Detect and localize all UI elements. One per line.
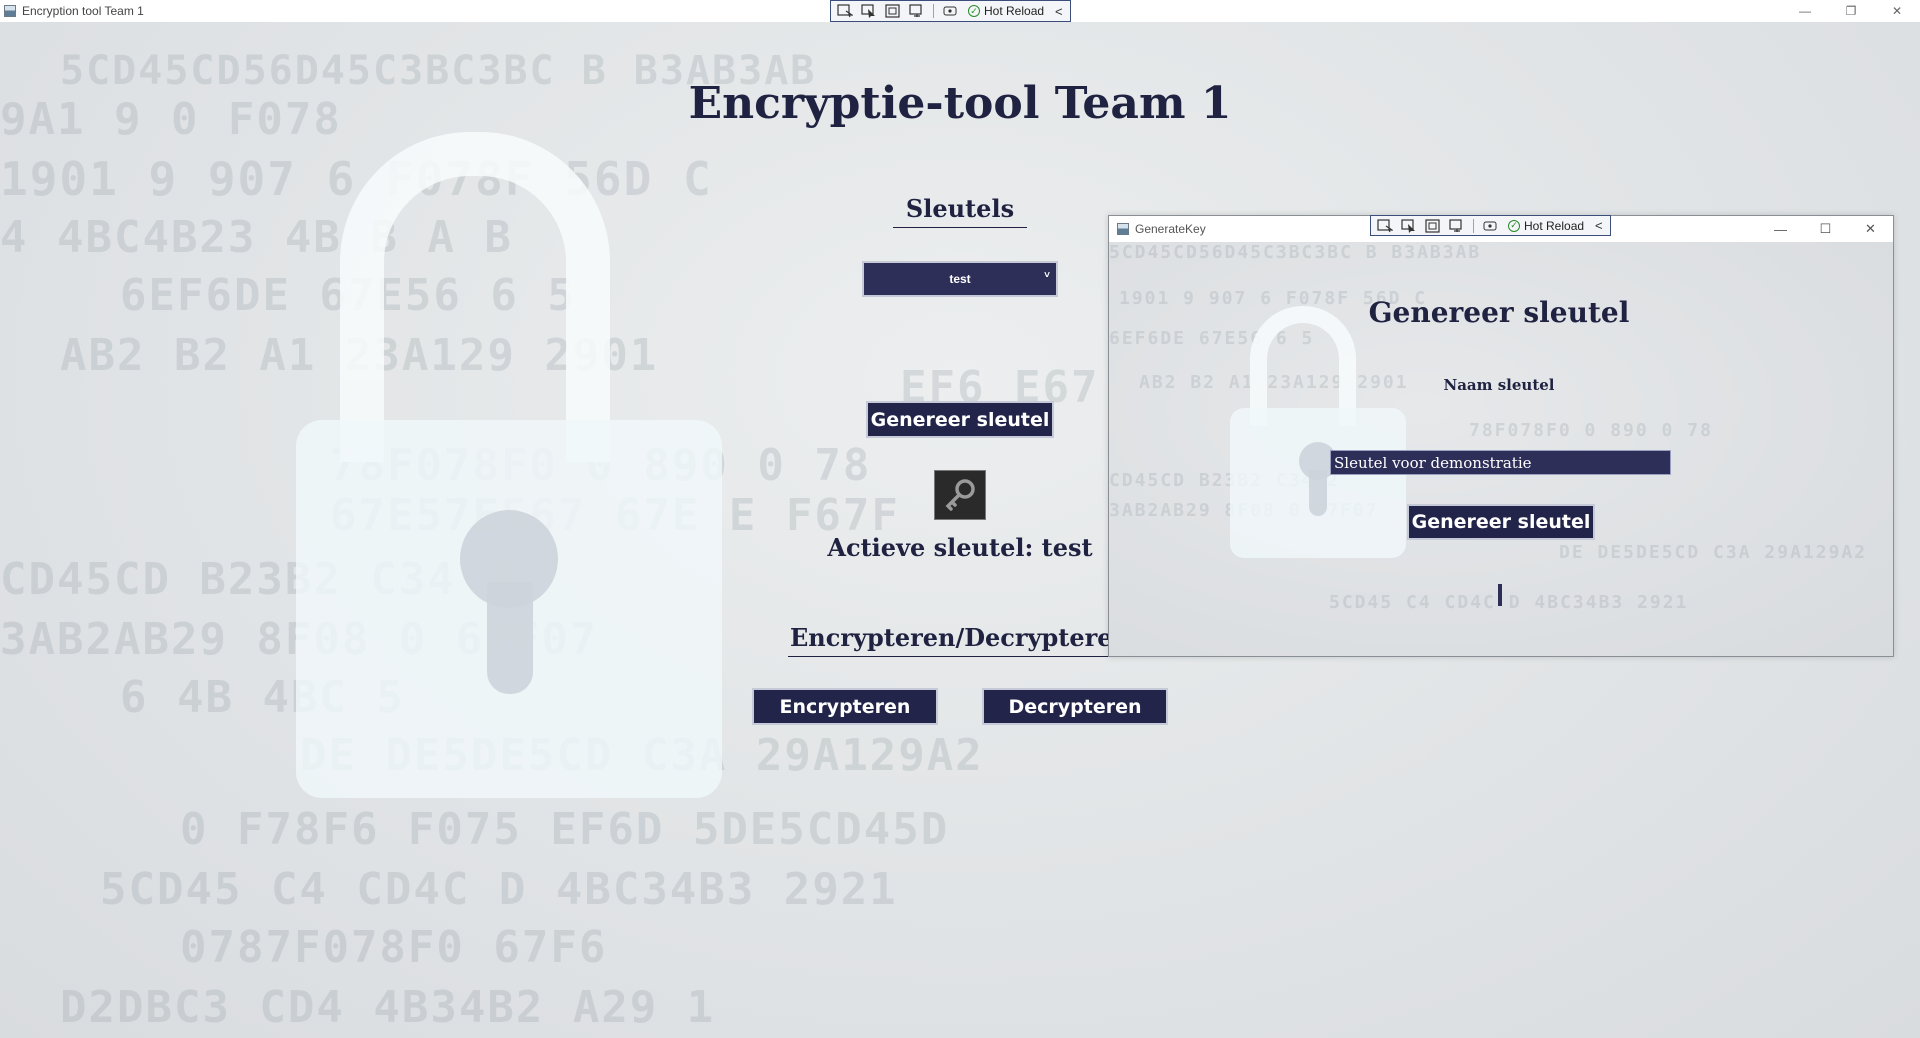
bg-glyphs: 5CD45 C4 CD4C D 4BC34B3 2921	[100, 864, 898, 915]
restore-button[interactable]: ❐	[1828, 0, 1874, 22]
hot-reload-toolbar: ✓ Hot Reload <	[1370, 215, 1611, 236]
hot-reload-label: Hot Reload	[1524, 218, 1585, 233]
page-title: Encryptie-tool Team 1	[688, 78, 1232, 129]
display-layout-adorners-icon[interactable]	[883, 3, 903, 19]
generate-key-window-title: GenerateKey	[1135, 222, 1206, 236]
generate-key-body: 5CD45CD56D45C3BC3BC B B3AB3AB 1901 9 907…	[1109, 242, 1893, 656]
bg-glyphs: 78F078F0 0 890 0 78	[1469, 420, 1713, 441]
generate-key-submit-button[interactable]: Genereer sleutel	[1407, 504, 1595, 540]
collapse-toolbar-icon[interactable]: <	[1592, 218, 1606, 233]
track-focused-element-icon[interactable]	[907, 3, 927, 19]
toolbar-separator	[1473, 218, 1474, 233]
display-layout-adorners-icon[interactable]	[1423, 218, 1443, 234]
generate-key-window[interactable]: GenerateKey — ☐ ✕ 5CD45CD56D45C3BC3BC B …	[1108, 215, 1894, 657]
check-icon: ✓	[968, 5, 980, 17]
crypto-heading-underline	[788, 656, 1110, 657]
text-caret	[1498, 584, 1502, 606]
lock-keyslot	[1309, 470, 1327, 516]
check-icon: ✓	[1508, 219, 1520, 232]
hot-reload-status[interactable]: ✓ Hot Reload	[964, 4, 1048, 18]
app-icon	[1117, 223, 1129, 235]
select-element-icon[interactable]	[1399, 218, 1419, 234]
track-focused-element-icon[interactable]	[1447, 218, 1467, 234]
hot-reload-status[interactable]: ✓ Hot Reload	[1504, 219, 1588, 233]
generate-key-heading: Genereer sleutel	[1368, 296, 1630, 329]
close-button[interactable]: ✕	[1848, 216, 1893, 242]
bg-glyphs: 5CD45CD56D45C3BC3BC B B3AB3AB	[1109, 242, 1482, 263]
go-to-live-visual-tree-icon[interactable]	[1375, 218, 1395, 234]
encrypt-button[interactable]: Encrypteren	[752, 688, 938, 725]
bg-glyphs: 5CD45 C4 CD4C D 4BC34B3 2921	[1329, 592, 1689, 613]
collapse-toolbar-icon[interactable]: <	[1052, 4, 1066, 19]
hot-reload-label: Hot Reload	[984, 4, 1045, 18]
key-icon[interactable]	[934, 470, 986, 520]
bg-glyphs: DE DE5DE5CD C3A 29A129A2	[1559, 542, 1868, 563]
key-name-input[interactable]	[1330, 450, 1671, 475]
decrypt-button[interactable]: Decrypteren	[982, 688, 1168, 725]
select-element-icon[interactable]	[859, 3, 879, 19]
binding-failures-icon[interactable]	[940, 3, 960, 19]
key-name-label: Naam sleutel	[1443, 376, 1555, 394]
bg-glyphs: 0787F078F0 67F6	[180, 922, 608, 973]
toolbar-separator	[933, 4, 934, 18]
bg-glyphs: 0 F78F6 F075 EF6D 5DE5CD45D	[180, 804, 950, 855]
window-controls: — ❐ ✕	[1782, 0, 1920, 22]
app-icon	[4, 5, 16, 17]
minimize-button[interactable]: —	[1758, 216, 1803, 242]
binding-failures-icon[interactable]	[1480, 218, 1500, 234]
crypto-heading: Encrypteren/Decrypteren	[790, 623, 1130, 652]
key-select[interactable]: test ˅	[862, 261, 1058, 297]
key-select-value: test	[949, 272, 971, 286]
keys-heading-underline	[893, 227, 1027, 228]
bg-glyphs: D2DBC3 CD4 4B34B2 A29 1	[60, 982, 716, 1033]
keys-heading: Sleutels	[905, 194, 1015, 223]
maximize-button[interactable]: ☐	[1803, 216, 1848, 242]
generate-key-window-controls: — ☐ ✕	[1758, 216, 1893, 242]
go-to-live-visual-tree-icon[interactable]	[835, 3, 855, 19]
minimize-button[interactable]: —	[1782, 0, 1828, 22]
lock-keyslot	[487, 582, 533, 694]
chevron-down-icon: ˅	[1044, 270, 1050, 281]
lock-shackle	[340, 132, 610, 462]
active-key-text: Actieve sleutel: test	[827, 533, 1093, 562]
close-button[interactable]: ✕	[1874, 0, 1920, 22]
generate-key-button[interactable]: Genereer sleutel	[866, 401, 1054, 438]
window-title: Encryption tool Team 1	[22, 4, 144, 18]
hot-reload-toolbar: ✓ Hot Reload <	[830, 0, 1071, 22]
